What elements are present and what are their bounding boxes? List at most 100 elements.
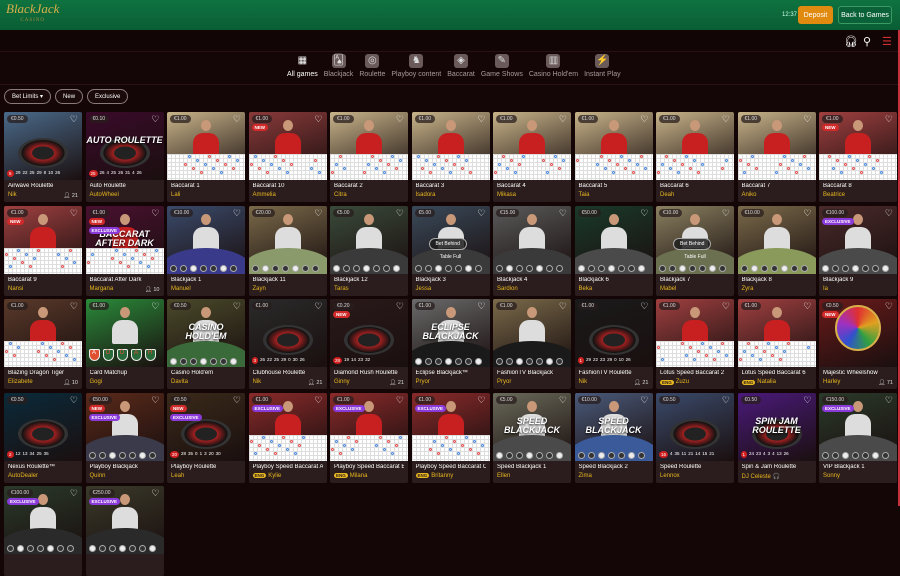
game-card[interactable]: BACCARAT AFTER DARK €1.00 ♡ NEW EXCLUSIVE Bac… — [85, 205, 164, 296]
seat-icon[interactable] — [750, 264, 758, 272]
game-thumbnail[interactable]: €1.00 ♡ — [493, 112, 571, 180]
seat-icon[interactable] — [17, 545, 24, 552]
heart-icon[interactable]: ♡ — [722, 208, 730, 219]
seat-icon[interactable] — [627, 264, 635, 272]
game-card[interactable]: €15.00 ♡ Blackjack 4 Sardion — [493, 205, 571, 296]
heart-icon[interactable]: ♡ — [559, 208, 567, 219]
tab-game-shows[interactable]: ✎ Game Shows — [478, 54, 526, 78]
seat-icon[interactable] — [496, 264, 503, 272]
heart-icon[interactable]: ♡ — [151, 114, 159, 125]
seat-icon[interactable] — [790, 264, 798, 272]
heart-icon[interactable]: ♡ — [559, 301, 567, 312]
seat-icon[interactable] — [210, 264, 217, 272]
seat-icon[interactable] — [210, 358, 217, 365]
heart-icon[interactable]: ♡ — [477, 208, 485, 219]
seat-icon[interactable] — [373, 264, 380, 272]
game-thumbnail[interactable]: €50.00 ♡ — [574, 205, 653, 274]
seat-icon[interactable] — [669, 264, 676, 272]
seat-icon[interactable] — [607, 264, 615, 272]
game-thumbnail[interactable]: CASINO HOLD'EM €0.50 ♡ — [167, 299, 245, 367]
seat-icon[interactable] — [862, 451, 869, 459]
game-card[interactable]: SPEED BLACKJACK €5.00 ♡ Speed Blackjack 1 El… — [493, 392, 571, 483]
seat-icon[interactable] — [546, 358, 553, 365]
game-thumbnail[interactable]: €1.00 ♡ — [656, 112, 734, 180]
game-thumbnail[interactable]: €1.00 ♡ — [493, 299, 571, 367]
game-card[interactable]: €100.00 ♡ EXCLUSIVE Blackjack 9 Ia — [819, 205, 897, 296]
seat-icon[interactable] — [88, 451, 96, 459]
game-card[interactable]: Bet Behind Table Full €10.00 ♡ Blackjack 7 Ma… — [656, 205, 734, 296]
game-card[interactable]: €1.00 ♡ NEW Baccarat 8 Beatrice — [819, 112, 897, 202]
game-thumbnail[interactable]: €1.00 ♡ EXCLUSIVE — [330, 392, 408, 461]
heart-icon[interactable]: ♡ — [396, 395, 404, 406]
seat-icon[interactable] — [383, 264, 390, 272]
heart-icon[interactable]: ♡ — [885, 395, 893, 406]
game-card[interactable]: €10.00 ♡ Blackjack 1 Manuel — [167, 205, 245, 296]
seat-icon[interactable] — [118, 451, 126, 459]
seat-icon[interactable] — [301, 264, 309, 272]
heart-icon[interactable]: ♡ — [396, 301, 404, 312]
seat-icon[interactable] — [546, 264, 553, 272]
seat-icon[interactable] — [138, 545, 146, 552]
casino-logo[interactable]: BlackJack CASINO — [6, 2, 59, 27]
seat-icon[interactable] — [516, 264, 523, 272]
seat-icon[interactable] — [148, 545, 156, 552]
seat-icon[interactable] — [444, 264, 452, 272]
game-thumbnail[interactable]: 28 19 14 23 32 €0.20 ♡ NEW — [330, 299, 408, 367]
heart-icon[interactable]: ♡ — [70, 208, 78, 219]
heart-icon[interactable]: ♡ — [70, 488, 78, 499]
seat-icon[interactable] — [719, 264, 726, 272]
game-thumbnail[interactable]: 5 29 22 25 29 8 10 26 €0.50 ♡ — [4, 112, 82, 180]
seat-icon[interactable] — [862, 264, 869, 272]
game-card[interactable]: CASINO HOLD'EM €0.50 ♡ Casino Hold'em Davita — [167, 299, 245, 389]
game-thumbnail[interactable]: 3 26 22 25 29 0 30 26 €1.00 ♡ — [248, 299, 327, 367]
game-card[interactable]: 2 12 13 34 25 35 €0.50 ♡ Nexus Roulette™ AutoDeal… — [4, 392, 82, 483]
heart-icon[interactable]: ♡ — [151, 208, 159, 219]
game-thumbnail[interactable]: €1.00 ♡ NEW — [248, 112, 327, 180]
heart-icon[interactable]: ♡ — [640, 301, 648, 312]
heart-icon[interactable]: ♡ — [559, 395, 567, 406]
game-card[interactable]: €10.00 ♡ Blackjack 8 Zyra — [737, 205, 816, 296]
game-card[interactable]: €100.00 ♡ EXCLUSIVE — [4, 486, 82, 576]
game-thumbnail[interactable]: €1.00 ♡ NEW — [4, 205, 82, 274]
tab-roulette[interactable]: ◎ Roulette — [356, 54, 388, 78]
seat-icon[interactable] — [740, 264, 748, 272]
game-thumbnail[interactable]: €1.00 ♡ — [330, 112, 408, 180]
tab-blackjack[interactable]: 🂡 Blackjack — [321, 54, 357, 78]
game-thumbnail[interactable]: ECLIPSE BLACKJACK €1.00 ♡ — [411, 299, 490, 367]
seat-icon[interactable] — [882, 451, 889, 459]
game-card[interactable]: A D D A H €1.00 ♡ Card Matchup Gogi — [85, 299, 164, 389]
tab-all-games[interactable]: ▦ All games — [284, 54, 321, 78]
game-card[interactable]: SPEED BLACKJACK €10.00 ♡ Speed Blackjack 2 Z… — [574, 392, 653, 483]
game-thumbnail[interactable]: €1.00 ♡ EXCLUSIVE — [411, 392, 490, 461]
bet-behind-button[interactable]: Bet Behind — [428, 237, 467, 250]
seat-icon[interactable] — [88, 545, 96, 552]
game-card[interactable]: 5 29 22 25 29 8 10 26 €0.50 ♡ Airwave Roulette Nik 👤… — [4, 112, 82, 202]
seat-icon[interactable] — [353, 264, 360, 272]
seat-icon[interactable] — [556, 358, 563, 365]
seat-icon[interactable] — [220, 264, 227, 272]
heart-icon[interactable]: ♡ — [233, 301, 241, 312]
seat-icon[interactable] — [424, 358, 432, 365]
heart-icon[interactable]: ♡ — [722, 114, 730, 125]
heart-icon[interactable]: ♡ — [314, 301, 322, 312]
heart-icon[interactable]: ♡ — [477, 395, 485, 406]
seat-icon[interactable] — [57, 545, 64, 552]
seat-icon[interactable] — [190, 264, 197, 272]
seat-icon[interactable] — [414, 358, 422, 365]
seat-icon[interactable] — [770, 264, 778, 272]
game-thumbnail[interactable]: €1.00 ♡ — [4, 299, 82, 367]
game-thumbnail[interactable]: €50.00 ♡ NEW EXCLUSIVE — [85, 392, 164, 461]
game-card[interactable]: €1.00 ♡ Baccarat 1 Lali — [167, 112, 245, 202]
game-thumbnail[interactable]: 1 24 23 4 3 4 13 26 SPIN JAM ROULETTE €0.50 ♡ — [737, 392, 816, 461]
game-card[interactable]: €1.00 ♡ Lotus Speed Baccarat 6 ENG Natalia — [737, 299, 816, 389]
seat-icon[interactable] — [506, 358, 513, 365]
game-card[interactable]: Bet Behind Table Full €5.00 ♡ Blackjack 3 Jes… — [411, 205, 490, 296]
seat-icon[interactable] — [689, 264, 696, 272]
seat-icon[interactable] — [587, 451, 595, 459]
seat-icon[interactable] — [627, 451, 635, 459]
seat-icon[interactable] — [780, 264, 788, 272]
game-thumbnail[interactable]: €1.00 ♡ — [411, 112, 490, 180]
seat-icon[interactable] — [434, 358, 442, 365]
game-thumbnail[interactable]: 20 28 35 0 1 3 20 30 €0.50 ♡ NEW EXCLUSIVE — [167, 392, 245, 461]
seat-icon[interactable] — [434, 264, 442, 272]
